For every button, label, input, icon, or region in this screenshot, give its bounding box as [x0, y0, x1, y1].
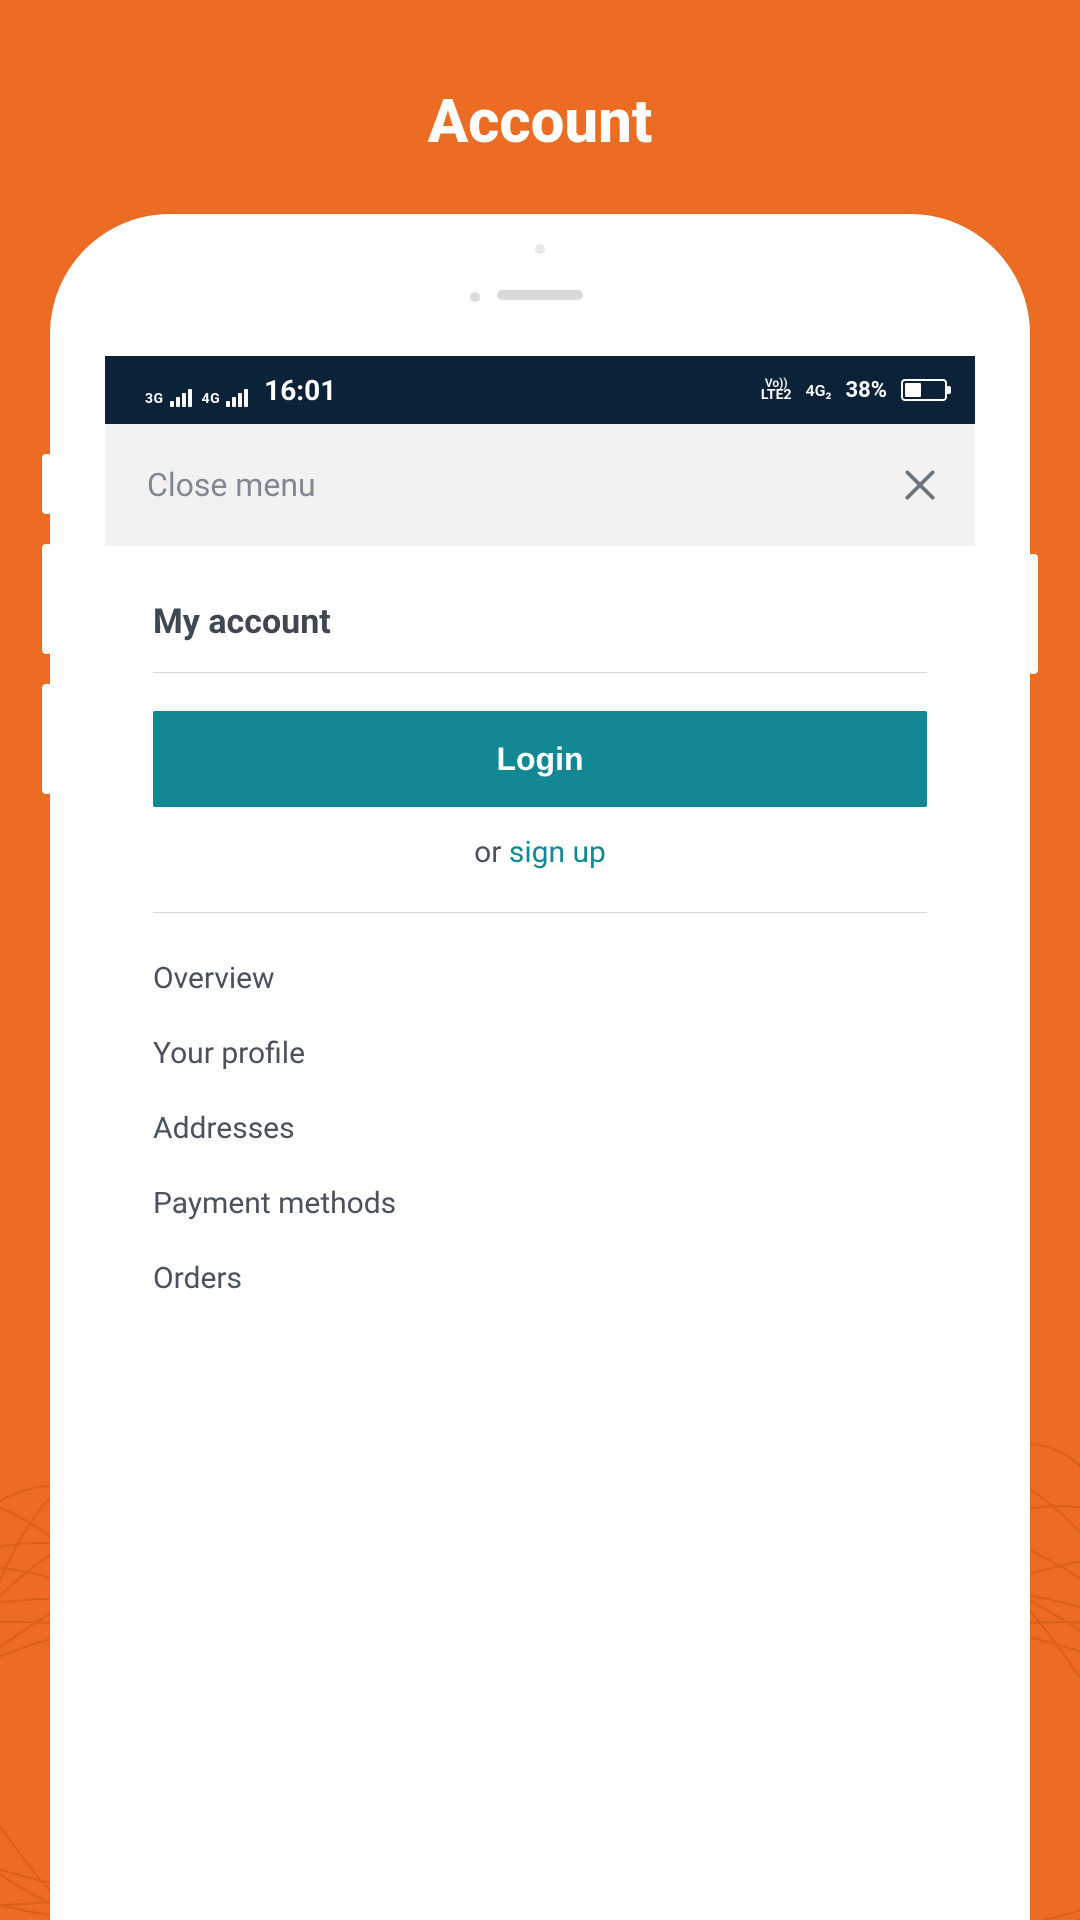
- signal-bars-icon: [170, 389, 192, 407]
- menu-item-payment[interactable]: Payment methods: [153, 1166, 927, 1241]
- phone-side-button: [42, 454, 52, 514]
- menu-item-orders[interactable]: Orders: [153, 1241, 927, 1316]
- login-button[interactable]: Login: [153, 711, 927, 807]
- close-menu-bar[interactable]: Close menu: [105, 424, 975, 546]
- 4g2-indicator: 4G₂: [806, 381, 832, 400]
- phone-side-button: [42, 544, 52, 654]
- network-1-label: 3G: [145, 391, 164, 407]
- status-bar: 3G 4G 16:01 Vo)) LTE2 4G₂ 38%: [105, 356, 975, 424]
- signal-bars-icon: [226, 389, 248, 407]
- phone-side-button: [1028, 554, 1038, 674]
- signup-row: or sign up: [153, 835, 927, 913]
- signup-link[interactable]: sign up: [509, 835, 606, 870]
- phone-earpiece: [497, 290, 583, 300]
- signup-or-text: or: [474, 835, 509, 870]
- phone-side-button: [42, 684, 52, 794]
- phone-camera-dot: [535, 244, 545, 254]
- my-account-heading: My account: [153, 602, 927, 673]
- volte-indicator: Vo)) LTE2: [761, 378, 792, 401]
- menu-item-profile[interactable]: Your profile: [153, 1016, 927, 1091]
- menu-item-overview[interactable]: Overview: [153, 941, 927, 1016]
- close-icon[interactable]: [901, 466, 939, 504]
- phone-screen: 3G 4G 16:01 Vo)) LTE2 4G₂ 38% Cl: [105, 356, 975, 1920]
- battery-icon: [901, 379, 947, 401]
- account-menu-list: Overview Your profile Addresses Payment …: [153, 913, 927, 1316]
- status-time: 16:01: [264, 374, 336, 407]
- menu-item-addresses[interactable]: Addresses: [153, 1091, 927, 1166]
- network-2-label: 4G: [202, 391, 221, 407]
- page-title: Account: [0, 0, 1080, 157]
- phone-proximity-dot: [470, 292, 480, 302]
- phone-frame: 3G 4G 16:01 Vo)) LTE2 4G₂ 38% Cl: [50, 214, 1030, 1920]
- close-menu-label: Close menu: [147, 466, 316, 504]
- battery-percentage: 38%: [845, 378, 887, 403]
